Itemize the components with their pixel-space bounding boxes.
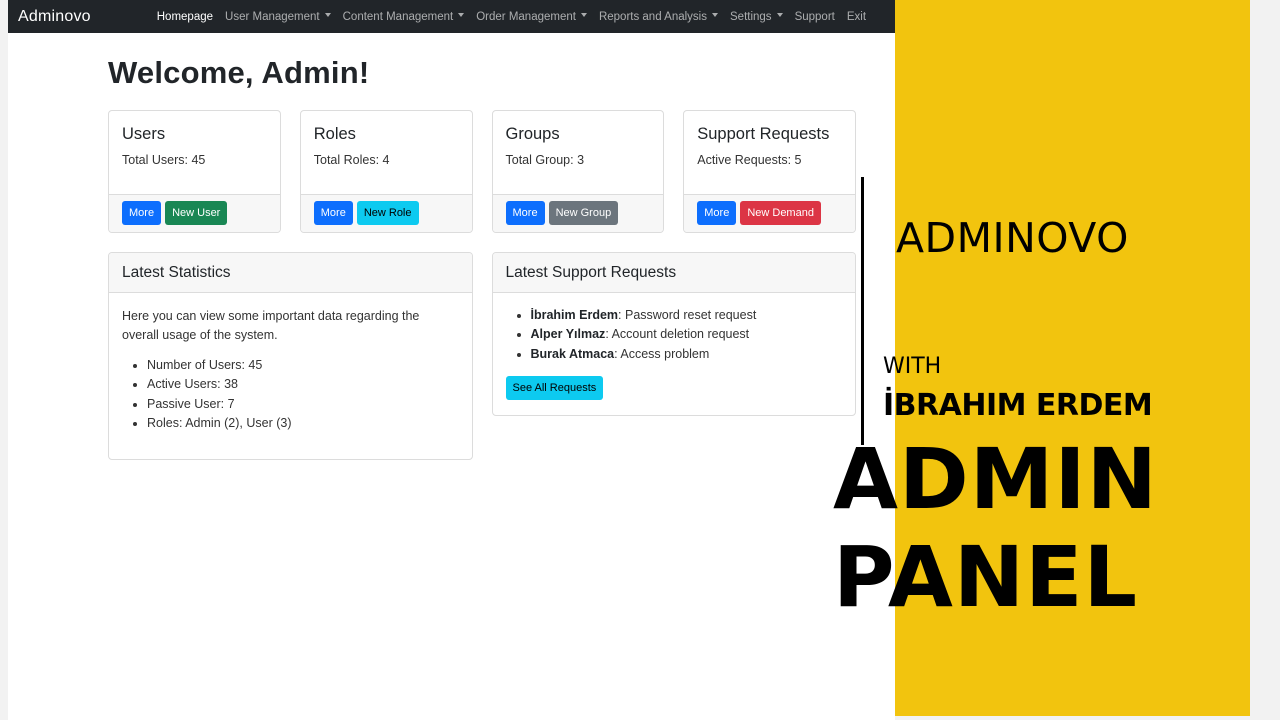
promo-panel-text: PANEL xyxy=(833,528,1139,626)
statistics-list: Number of Users: 45 Active Users: 38 Pas… xyxy=(122,356,459,433)
nav-content-management[interactable]: Content Management xyxy=(337,11,471,23)
nav-user-management[interactable]: User Management xyxy=(219,11,337,23)
card-text: Total Roles: 4 xyxy=(313,153,390,167)
nav-support[interactable]: Support xyxy=(789,11,841,23)
promo-brand-text: ADMINOVO xyxy=(896,214,1129,262)
card-text: Active Requests: 5 xyxy=(697,153,802,167)
nav-exit-label: Exit xyxy=(846,10,867,23)
requester-name: İbrahim Erdem xyxy=(530,308,619,322)
nav-reports-analysis-label: Reports and Analysis xyxy=(598,10,707,23)
list-item: Number of Users: 45 xyxy=(147,356,459,375)
caret-down-icon xyxy=(776,13,783,18)
nav-reports-analysis[interactable]: Reports and Analysis xyxy=(593,11,724,23)
card-text: Total Users: 45 xyxy=(122,153,206,167)
groups-card: Groups Total Group: 3 More New Group xyxy=(491,110,665,233)
support-request-list: İbrahim Erdem: Password reset request Al… xyxy=(506,306,843,364)
new-user-button[interactable]: New User xyxy=(165,201,228,226)
nav-user-management-label: User Management xyxy=(225,10,320,23)
nav-content-management-label: Content Management xyxy=(342,10,454,23)
admin-dashboard-screenshot: Adminovo Homepage User Management Conten… xyxy=(8,0,895,720)
card-footer: More New User xyxy=(109,193,280,232)
page-title: Welcome, Admin! xyxy=(108,55,370,90)
list-item: Active Users: 38 xyxy=(147,375,459,394)
panel-body: Here you can view some important data re… xyxy=(109,293,472,459)
list-item: Passive User: 7 xyxy=(147,395,459,414)
card-body: Groups Total Group: 3 xyxy=(493,111,664,194)
card-body: Users Total Users: 45 xyxy=(109,111,280,194)
new-demand-button[interactable]: New Demand xyxy=(740,201,821,226)
list-item: Burak Atmaca: Access problem xyxy=(531,345,843,364)
nav-order-management-label: Order Management xyxy=(476,10,576,23)
new-role-button[interactable]: New Role xyxy=(356,201,419,226)
users-card: Users Total Users: 45 More New User xyxy=(108,110,281,233)
top-navbar: Adminovo Homepage User Management Conten… xyxy=(8,0,895,33)
card-title: Roles xyxy=(313,125,356,143)
latest-support-requests-panel: Latest Support Requests İbrahim Erdem: P… xyxy=(491,252,856,416)
promo-admin-text: ADMIN xyxy=(833,430,1158,528)
card-text: Total Group: 3 xyxy=(505,153,585,167)
nav-menu: Homepage User Management Content Managem… xyxy=(151,11,872,23)
users-more-button[interactable]: More xyxy=(122,201,162,226)
card-title: Support Requests xyxy=(697,125,830,143)
groups-more-button[interactable]: More xyxy=(505,201,545,226)
list-item: Alper Yılmaz: Account deletion request xyxy=(531,325,843,344)
card-body: Support Requests Active Requests: 5 xyxy=(684,111,855,194)
roles-more-button[interactable]: More xyxy=(313,201,353,226)
card-footer: More New Demand xyxy=(684,193,855,232)
caret-down-icon xyxy=(458,13,465,18)
requester-name: Alper Yılmaz xyxy=(530,327,606,342)
see-all-wrapper: See All Requests xyxy=(505,375,843,400)
list-item: Roles: Admin (2), User (3) xyxy=(147,414,459,433)
nav-homepage[interactable]: Homepage xyxy=(151,11,219,23)
statistics-description: Here you can view some important data re… xyxy=(122,309,420,342)
nav-support-label: Support xyxy=(794,10,835,23)
card-title: Users xyxy=(122,125,166,143)
card-body: Roles Total Roles: 4 xyxy=(301,111,472,194)
main-content: Welcome, Admin! Users Total Users: 45 Mo… xyxy=(108,33,856,460)
list-item: İbrahim Erdem: Password reset request xyxy=(531,306,843,325)
support-more-button[interactable]: More xyxy=(697,201,737,226)
promo-author-text: İBRAHIM ERDEM xyxy=(883,388,1153,423)
new-group-button[interactable]: New Group xyxy=(548,201,619,226)
nav-settings[interactable]: Settings xyxy=(724,11,789,23)
latest-statistics-panel: Latest Statistics Here you can view some… xyxy=(108,252,473,460)
promo-divider-line xyxy=(861,177,864,445)
support-requests-card: Support Requests Active Requests: 5 More… xyxy=(683,110,856,233)
panel-header: Latest Statistics xyxy=(109,253,472,293)
roles-card: Roles Total Roles: 4 More New Role xyxy=(299,110,473,233)
card-footer: More New Group xyxy=(492,193,664,232)
nav-settings-label: Settings xyxy=(730,10,772,23)
caret-down-icon xyxy=(580,13,587,18)
request-issue: : Password reset request xyxy=(618,308,757,322)
see-all-requests-button[interactable]: See All Requests xyxy=(505,375,604,400)
requester-name: Burak Atmaca xyxy=(530,346,615,361)
promo-with-text: WITH xyxy=(883,354,942,379)
request-issue: : Account deletion request xyxy=(605,327,750,342)
panel-body: İbrahim Erdem: Password reset request Al… xyxy=(493,293,856,415)
nav-order-management[interactable]: Order Management xyxy=(470,11,593,23)
nav-homepage-label: Homepage xyxy=(156,10,214,23)
panels-row: Latest Statistics Here you can view some… xyxy=(108,252,856,460)
card-title: Groups xyxy=(505,125,560,143)
stage: Adminovo Homepage User Management Conten… xyxy=(0,0,1280,720)
caret-down-icon xyxy=(324,13,331,18)
caret-down-icon xyxy=(712,13,718,18)
nav-exit[interactable]: Exit xyxy=(841,11,872,23)
stat-cards: Users Total Users: 45 More New User Role… xyxy=(108,110,856,233)
navbar-brand[interactable]: Adminovo xyxy=(18,8,91,26)
card-footer: More New Role xyxy=(300,193,472,232)
request-issue: : Access problem xyxy=(614,346,710,361)
panel-header: Latest Support Requests xyxy=(492,253,855,293)
